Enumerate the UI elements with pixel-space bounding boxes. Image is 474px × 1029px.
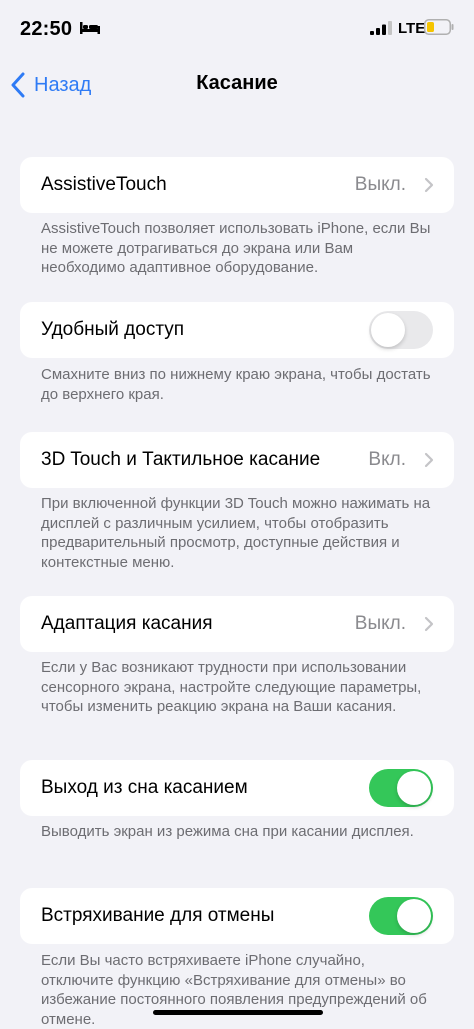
page-title: Касание <box>196 72 278 94</box>
section-footer: При включенной функции 3D Touch можно на… <box>41 495 431 571</box>
shake-to-undo-row: Встряхивание для отмены <box>20 888 454 944</box>
toggle-knob <box>397 771 431 805</box>
row-value: Выкл. <box>354 613 406 634</box>
tap-to-wake-row: Выход из сна касанием <box>20 760 454 816</box>
home-indicator <box>153 1010 323 1015</box>
signal-icon <box>370 21 392 35</box>
section-footer: AssistiveTouch позволяет использовать iP… <box>41 220 431 276</box>
chevron-right-icon <box>424 177 434 193</box>
shake-to-undo-toggle[interactable] <box>369 897 433 935</box>
tap-to-wake-toggle[interactable] <box>369 769 433 807</box>
row-label: Удобный доступ <box>41 319 185 340</box>
row-value: Выкл. <box>354 174 406 195</box>
row-label: Выход из сна касанием <box>41 777 248 798</box>
chevron-right-icon <box>424 452 434 468</box>
row-value: Вкл. <box>368 449 406 470</box>
toggle-knob <box>371 313 405 347</box>
section-footer: Смахните вниз по нижнему краю экрана, чт… <box>41 366 431 403</box>
battery-icon <box>424 19 454 35</box>
toggle-knob <box>397 899 431 933</box>
section-footer: Если Вы часто встряхиваете iPhone случай… <box>41 952 427 1028</box>
status-time: 22:50 <box>20 18 73 40</box>
chevron-right-icon <box>424 616 434 632</box>
reachability-toggle[interactable] <box>369 311 433 349</box>
row-label: Адаптация касания <box>41 613 213 634</box>
row-label: Встряхивание для отмены <box>41 905 275 926</box>
section-footer: Выводить экран из режима сна при касании… <box>41 823 414 840</box>
assistivetouch-row[interactable]: AssistiveTouch Выкл. <box>20 157 454 213</box>
network-type: LTE <box>398 20 426 37</box>
touch-accommodations-row[interactable]: Адаптация касания Выкл. <box>20 596 454 652</box>
row-label: 3D Touch и Тактильное касание <box>41 449 321 470</box>
bed-icon <box>80 22 100 34</box>
3d-touch-row[interactable]: 3D Touch и Тактильное касание Вкл. <box>20 432 454 488</box>
reachability-row: Удобный доступ <box>20 302 454 358</box>
navigation-bar: Назад Касание <box>0 58 474 110</box>
section-footer: Если у Вас возникают трудности при испол… <box>41 659 422 715</box>
status-bar: 22:50 LTE <box>0 0 474 58</box>
row-label: AssistiveTouch <box>41 174 167 195</box>
